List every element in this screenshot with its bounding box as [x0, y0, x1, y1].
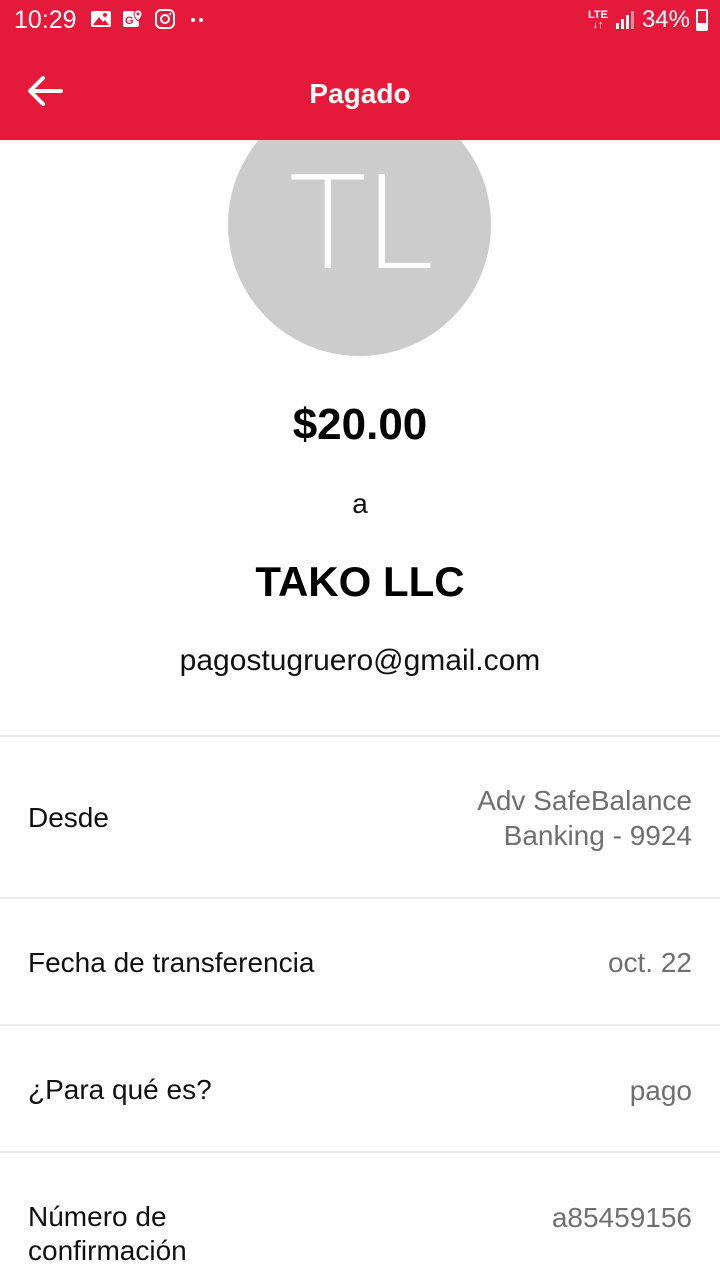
gallery-icon — [91, 11, 111, 27]
status-bar: 10:29 G LTE ↓↑ 34% — [0, 0, 720, 44]
recipient-email: pagostugruero@gmail.com — [179, 644, 541, 677]
confirmation-number: a85459156 — [551, 1202, 692, 1233]
confirmation-label: Número de confirmación — [28, 1201, 187, 1266]
divider — [0, 735, 720, 737]
divider — [0, 1024, 720, 1026]
to-label: a — [352, 488, 368, 519]
page-title: Pagado — [309, 78, 411, 109]
divider — [0, 1151, 720, 1153]
payment-amount: $20.00 — [292, 400, 428, 449]
from-account: Adv SafeBalance Banking - 9924 — [477, 785, 692, 851]
date-label: Fecha de transferencia — [28, 947, 315, 978]
signal-icon — [615, 11, 634, 29]
battery-level: 34% — [641, 6, 690, 33]
date-value: oct. 22 — [607, 947, 692, 978]
from-label: Desde — [28, 802, 109, 833]
network-type: LTE ↓↑ — [587, 9, 608, 31]
maps-icon: G — [123, 9, 143, 27]
divider — [0, 897, 720, 899]
purpose-value: pago — [629, 1075, 692, 1106]
avatar-initials: TL — [288, 150, 434, 299]
svg-text:G: G — [125, 15, 134, 27]
battery-icon — [696, 9, 708, 31]
more-notifications-icon — [191, 18, 203, 22]
status-time: 10:29 — [14, 6, 77, 34]
instagram-icon — [155, 9, 175, 29]
purpose-label: ¿Para qué es? — [28, 1074, 212, 1105]
recipient-name: TAKO LLC — [255, 558, 465, 605]
